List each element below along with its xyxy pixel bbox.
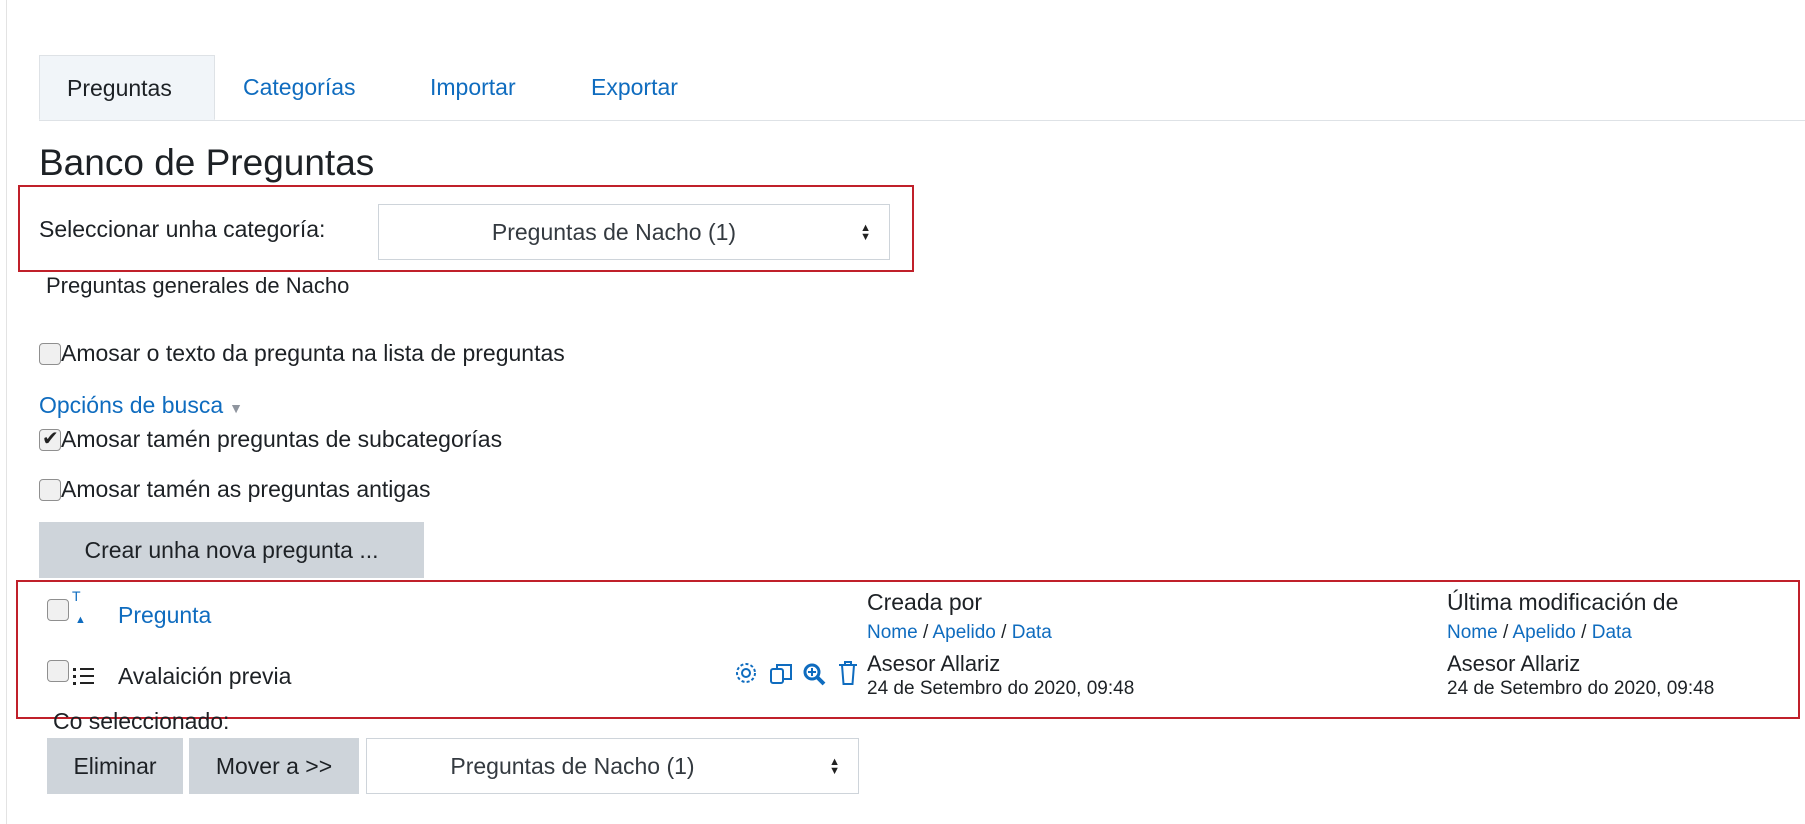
show-question-text-option: Amosar o texto da pregunta na lista de p… [39, 340, 565, 367]
sort-asc-icon: ▲ [75, 614, 86, 626]
created-sort-data[interactable]: Data [1012, 622, 1052, 643]
last-modified-header: Última modificación de [1447, 589, 1679, 615]
page-left-border [6, 0, 7, 824]
gear-icon[interactable] [734, 661, 758, 685]
question-name-sort-link[interactable]: Pregunta [118, 602, 211, 629]
select-arrows-icon: ▲ ▼ [860, 222, 871, 243]
tab-exportar[interactable]: Exportar [591, 55, 678, 120]
modified-by-sort-links: Nome / Apelido / Data [1447, 622, 1632, 644]
with-selected-label: Co seleccionado: [53, 708, 230, 734]
row-checkbox[interactable] [47, 660, 69, 682]
subcategories-label: Amosar tamén preguntas de subcategorías [61, 426, 503, 452]
category-select[interactable]: Preguntas de Nacho (1) ▲ ▼ [378, 204, 890, 260]
modified-by-name: Asesor Allariz [1447, 651, 1581, 676]
search-options-toggle[interactable]: Opcións de busca ▼ [39, 392, 243, 419]
move-to-select-value: Preguntas de Nacho (1) [450, 753, 695, 779]
created-sort-nome[interactable]: Nome [867, 622, 918, 643]
category-select-label: Seleccionar unha categoría: [39, 216, 326, 242]
show-question-text-label: Amosar o texto da pregunta na lista de p… [61, 340, 565, 366]
trash-icon[interactable] [837, 660, 859, 686]
preview-zoom-icon[interactable] [802, 662, 826, 686]
caret-down-icon: ▼ [229, 400, 243, 416]
created-by-header: Creada por [867, 589, 983, 615]
category-info: Preguntas generales de Nacho [46, 273, 350, 298]
multichoice-type-icon [73, 668, 94, 685]
question-name: Avalaición previa [118, 663, 292, 689]
page-title: Banco de Preguntas [39, 142, 375, 183]
modified-date: 24 de Setembro do 2020, 09:48 [1447, 678, 1715, 699]
show-question-text-checkbox[interactable] [39, 342, 61, 365]
create-question-button[interactable]: Crear unha nova pregunta ... [39, 522, 424, 578]
sort-separator: / [922, 622, 929, 643]
question-type-sort-icon[interactable]: T [72, 588, 81, 604]
select-arrows-icon: ▲ ▼ [829, 756, 840, 777]
subcategories-checkbox[interactable] [39, 426, 61, 451]
move-to-category-select[interactable]: Preguntas de Nacho (1) ▲ ▼ [366, 738, 859, 794]
sort-separator: / [1001, 622, 1007, 643]
modified-sort-apelido[interactable]: Apelido [1512, 622, 1575, 643]
tab-importar[interactable]: Importar [430, 55, 516, 120]
duplicate-icon[interactable] [769, 662, 793, 686]
subcategories-option: Amosar tamén preguntas de subcategorías [39, 426, 502, 453]
created-by-name: Asesor Allariz [867, 651, 1001, 676]
search-options-label: Opcións de busca [39, 392, 224, 418]
old-questions-label: Amosar tamén as preguntas antigas [61, 476, 431, 502]
sort-separator: / [1581, 622, 1587, 643]
tab-bar: Preguntas Categorías Importar Exportar [39, 55, 1805, 121]
tab-preguntas[interactable]: Preguntas [39, 55, 215, 120]
category-select-value: Preguntas de Nacho (1) [491, 219, 737, 245]
tab-categorias[interactable]: Categorías [243, 55, 356, 120]
sort-separator: / [1502, 622, 1509, 643]
created-date: 24 de Setembro do 2020, 09:48 [867, 678, 1135, 699]
created-sort-apelido[interactable]: Apelido [932, 622, 995, 643]
move-to-button[interactable]: Mover a >> [189, 738, 359, 794]
old-questions-checkbox[interactable] [39, 478, 61, 501]
delete-button[interactable]: Eliminar [47, 738, 183, 794]
modified-sort-data[interactable]: Data [1592, 622, 1632, 643]
old-questions-option: Amosar tamén as preguntas antigas [39, 476, 430, 503]
created-by-sort-links: Nome / Apelido / Data [867, 622, 1052, 644]
modified-sort-nome[interactable]: Nome [1447, 622, 1498, 643]
select-all-checkbox[interactable] [47, 599, 69, 621]
